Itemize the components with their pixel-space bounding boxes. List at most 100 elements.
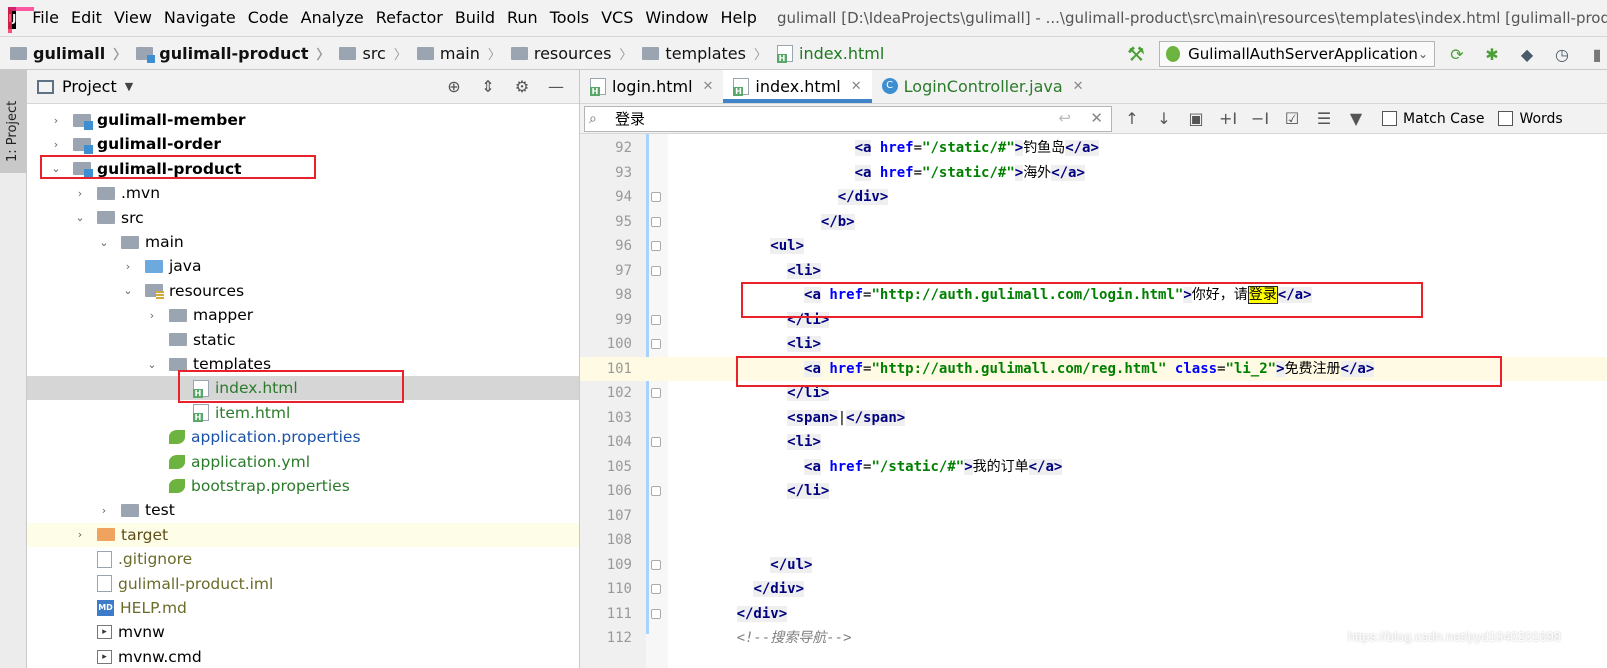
coverage-shield-icon[interactable]: ◆ bbox=[1517, 44, 1537, 64]
menu-view[interactable]: View bbox=[108, 0, 158, 36]
profile-icon[interactable]: ◷ bbox=[1552, 44, 1572, 64]
tree-item[interactable]: ⌄ templates bbox=[27, 352, 579, 376]
menu-tools[interactable]: Tools bbox=[544, 0, 595, 36]
project-tool-tab[interactable]: 1: Project bbox=[0, 70, 26, 173]
tree-item[interactable]: › java bbox=[27, 254, 579, 278]
tree-item[interactable]: bootstrap.properties bbox=[27, 474, 579, 498]
chevron-right-icon[interactable]: › bbox=[73, 187, 87, 200]
code-area[interactable]: 92 <a href="/static/#">钓鱼岛</a> 93 <a href… bbox=[580, 134, 1607, 668]
select-all-occurrences-icon[interactable]: ☑ bbox=[1280, 109, 1304, 128]
tree-item[interactable]: ⌄ gulimall-product bbox=[27, 157, 579, 181]
code-line[interactable]: 101 <a href="http://auth.gulimall.com/re… bbox=[580, 356, 1607, 381]
search-icon[interactable]: ⌕ bbox=[589, 111, 611, 127]
code-line[interactable]: 107 bbox=[580, 504, 1607, 529]
chevron-right-icon[interactable]: › bbox=[97, 504, 111, 517]
locate-target-icon[interactable]: ⊕ bbox=[443, 77, 465, 96]
tree-item[interactable]: application.yml bbox=[27, 450, 579, 474]
breadcrumb-item-gulimall[interactable]: gulimall 〉 bbox=[0, 44, 126, 63]
breadcrumb-item-src[interactable]: src 〉 bbox=[329, 44, 407, 63]
fold-marker-icon[interactable] bbox=[651, 437, 661, 447]
breadcrumb-item-index-html[interactable]: index.html bbox=[767, 44, 884, 63]
close-icon[interactable]: ✕ bbox=[1073, 79, 1084, 94]
chevron-right-icon[interactable]: › bbox=[49, 138, 63, 151]
chevron-down-icon[interactable]: ⌄ bbox=[49, 162, 63, 175]
run-configuration-select[interactable]: GulimallAuthServerApplication ⌄ bbox=[1159, 41, 1435, 67]
code-line[interactable]: 94 </div> bbox=[580, 185, 1607, 210]
fold-marker-icon[interactable] bbox=[651, 388, 661, 398]
tab-index-html[interactable]: index.html ✕ bbox=[723, 70, 872, 103]
chevron-right-icon[interactable]: › bbox=[145, 309, 159, 322]
tree-item[interactable]: › mapper bbox=[27, 303, 579, 327]
code-line[interactable]: 103 <span>|</span> bbox=[580, 406, 1607, 431]
filter-icon[interactable]: ▼ bbox=[1344, 109, 1368, 128]
find-in-window-icon[interactable]: ▣ bbox=[1184, 109, 1208, 128]
menu-navigate[interactable]: Navigate bbox=[158, 0, 242, 36]
code-line[interactable]: 99 </li> bbox=[580, 308, 1607, 333]
code-line[interactable]: 102 </li> bbox=[580, 381, 1607, 406]
menu-analyze[interactable]: Analyze bbox=[295, 0, 370, 36]
tree-item[interactable]: ▸ mvnw.cmd bbox=[27, 645, 579, 668]
code-line[interactable]: 96 <ul> bbox=[580, 234, 1607, 259]
fold-marker-icon[interactable] bbox=[651, 559, 661, 570]
tree-item[interactable]: › gulimall-member bbox=[27, 108, 579, 132]
debug-bug-icon[interactable]: ✱ bbox=[1482, 44, 1502, 64]
tree-item[interactable]: ⌄ main bbox=[27, 230, 579, 254]
menu-code[interactable]: Code bbox=[242, 0, 295, 36]
rerun-icon[interactable]: ⟳ bbox=[1447, 44, 1467, 64]
menu-refactor[interactable]: Refactor bbox=[370, 0, 449, 36]
code-line[interactable]: 105 <a href="/static/#">我的订单</a> bbox=[580, 455, 1607, 480]
menu-help[interactable]: Help bbox=[714, 0, 762, 36]
code-line[interactable]: 104 <li> bbox=[580, 430, 1607, 455]
fold-marker-icon[interactable] bbox=[651, 584, 661, 594]
code-line[interactable]: 92 <a href="/static/#">钓鱼岛</a> bbox=[580, 136, 1607, 161]
tree-item[interactable]: item.html bbox=[27, 401, 579, 425]
breadcrumb-item-templates[interactable]: templates 〉 bbox=[632, 44, 767, 63]
tree-item[interactable]: ⌄ resources bbox=[27, 279, 579, 303]
words-checkbox[interactable]: Words bbox=[1498, 111, 1563, 127]
fold-marker-icon[interactable] bbox=[651, 608, 661, 619]
tree-item[interactable]: ⌄ src bbox=[27, 206, 579, 230]
menu-build[interactable]: Build bbox=[449, 0, 501, 36]
chevron-right-icon[interactable]: › bbox=[49, 114, 63, 127]
code-line[interactable]: 111 </div> bbox=[580, 602, 1607, 627]
new-line-icon[interactable]: ↩ bbox=[1058, 109, 1071, 127]
breadcrumb-item-main[interactable]: main 〉 bbox=[407, 44, 501, 63]
gear-icon[interactable]: ⚙ bbox=[511, 77, 533, 96]
clear-icon[interactable]: ✕ bbox=[1090, 109, 1103, 127]
chevron-down-icon[interactable]: ⌄ bbox=[97, 236, 111, 249]
collapse-all-icon[interactable]: ⇕ bbox=[477, 77, 499, 96]
chevron-down-icon[interactable]: ⌄ bbox=[145, 358, 159, 371]
tree-item[interactable]: static bbox=[27, 328, 579, 352]
code-line[interactable]: 97 <li> bbox=[580, 259, 1607, 284]
menu-edit[interactable]: Edit bbox=[65, 0, 108, 36]
tree-item[interactable]: index.html bbox=[27, 376, 579, 401]
code-line[interactable]: 93 <a href="/static/#">海外</a> bbox=[580, 161, 1607, 186]
add-occurrence-icon[interactable]: +I bbox=[1216, 109, 1240, 128]
fold-marker-icon[interactable] bbox=[651, 486, 661, 496]
fold-marker-icon[interactable] bbox=[651, 314, 661, 325]
fold-marker-icon[interactable] bbox=[651, 216, 661, 227]
code-line[interactable]: 95 </b> bbox=[580, 210, 1607, 235]
tree-item[interactable]: .gitignore bbox=[27, 547, 579, 571]
tab-login-controller-java[interactable]: C LoginController.java ✕ bbox=[872, 70, 1094, 103]
chevron-down-icon[interactable]: ⌄ bbox=[73, 211, 87, 224]
fold-marker-icon[interactable] bbox=[651, 192, 661, 202]
code-line[interactable]: 98 <a href="http://auth.gulimall.com/log… bbox=[580, 283, 1607, 308]
find-input[interactable] bbox=[615, 109, 1045, 128]
words-box[interactable] bbox=[1498, 111, 1514, 126]
build-hammer-icon[interactable]: ⚒ bbox=[1125, 43, 1147, 65]
fold-marker-icon[interactable] bbox=[651, 265, 661, 276]
remove-occurrence-icon[interactable]: −I bbox=[1248, 109, 1272, 128]
fold-marker-icon[interactable] bbox=[651, 339, 661, 349]
code-line[interactable]: 106 </li> bbox=[580, 479, 1607, 504]
breadcrumb-item-gulimall-product[interactable]: gulimall-product 〉 bbox=[126, 44, 329, 63]
chevron-down-icon[interactable]: ▼ bbox=[125, 80, 133, 93]
project-panel-title[interactable]: Project bbox=[62, 77, 117, 96]
tree-item[interactable]: › .mvn bbox=[27, 181, 579, 205]
tab-login-html[interactable]: login.html ✕ bbox=[580, 70, 723, 103]
code-line[interactable]: 110 </div> bbox=[580, 577, 1607, 602]
tree-item[interactable]: application.properties bbox=[27, 425, 579, 449]
close-icon[interactable]: ✕ bbox=[703, 79, 714, 94]
match-case-box[interactable] bbox=[1382, 111, 1397, 126]
code-line[interactable]: 109 </ul> bbox=[580, 553, 1607, 578]
